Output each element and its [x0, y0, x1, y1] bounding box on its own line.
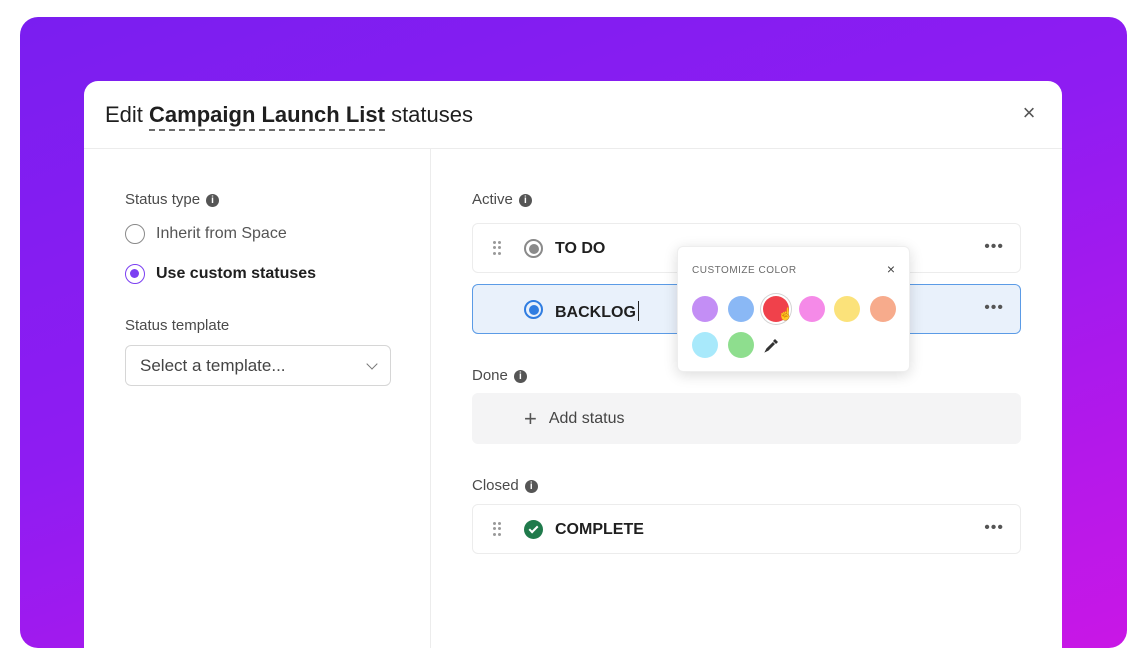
status-color-dot[interactable] — [524, 239, 543, 258]
color-swatch[interactable] — [692, 332, 718, 358]
color-swatch[interactable] — [834, 296, 860, 322]
text-caret — [637, 301, 640, 321]
color-swatch[interactable] — [727, 332, 754, 358]
popover-title: CUSTOMIZE COLOR — [692, 265, 797, 276]
color-swatch[interactable] — [798, 296, 825, 322]
info-icon: i — [206, 194, 220, 207]
color-swatch[interactable] — [869, 296, 896, 322]
customize-color-popover: CUSTOMIZE COLOR × ☝ — [677, 246, 910, 372]
status-name: COMPLETE — [555, 521, 644, 538]
radio-use-custom-statuses[interactable]: Use custom statuses — [125, 264, 316, 284]
drag-handle-icon[interactable] — [493, 522, 501, 536]
modal-header: Edit Campaign Launch List statuses × — [84, 81, 1062, 149]
active-group-label: Active i — [472, 191, 532, 208]
drag-handle-icon[interactable] — [493, 241, 501, 255]
edit-statuses-modal: Edit Campaign Launch List statuses × Sta… — [84, 81, 1062, 648]
close-icon[interactable]: × — [887, 261, 895, 277]
radio-button[interactable] — [125, 224, 145, 244]
title-prefix: Edit — [105, 102, 150, 127]
done-group-label: Done i — [472, 367, 527, 384]
color-swatch[interactable] — [727, 296, 754, 322]
info-icon: i — [524, 480, 538, 493]
more-icon[interactable]: ••• — [984, 519, 1004, 537]
radio-label: Use custom statuses — [156, 265, 317, 282]
radio-label: Inherit from Space — [156, 225, 287, 242]
hand-cursor-icon: ☝ — [778, 307, 793, 321]
modal-title: Edit Campaign Launch List statuses — [105, 102, 473, 131]
template-select[interactable]: Select a template... — [125, 345, 391, 386]
status-name: TO DO — [555, 240, 606, 257]
check-icon — [528, 523, 539, 533]
more-icon[interactable]: ••• — [984, 238, 1004, 256]
chevron-down-icon — [366, 357, 378, 370]
plus-icon: + — [524, 405, 537, 431]
add-status-button[interactable]: + Add status — [472, 393, 1021, 444]
panel-divider — [430, 149, 431, 648]
status-template-label: Status template — [125, 317, 230, 334]
list-name[interactable]: Campaign Launch List — [149, 102, 385, 131]
status-color-dot[interactable] — [524, 300, 543, 319]
background-frame: Edit Campaign Launch List statuses × Sta… — [20, 17, 1127, 648]
color-swatch[interactable] — [692, 296, 718, 322]
status-type-label: Status type i — [125, 191, 220, 208]
info-icon: i — [513, 370, 527, 383]
radio-button[interactable] — [125, 264, 145, 284]
info-icon: i — [518, 194, 532, 207]
radio-inherit-from-space[interactable]: Inherit from Space — [125, 224, 287, 244]
template-select-value: Select a template... — [140, 355, 286, 375]
add-status-label: Add status — [548, 409, 625, 427]
status-color-dot[interactable] — [524, 520, 543, 539]
title-suffix: statuses — [384, 102, 473, 127]
more-icon[interactable]: ••• — [984, 299, 1004, 317]
eyedropper-icon[interactable] — [764, 337, 780, 353]
closed-group-label: Closed i — [472, 477, 538, 494]
close-icon[interactable]: × — [1018, 102, 1040, 124]
status-name-input[interactable]: BACKLOG — [555, 301, 640, 322]
status-row-complete[interactable]: COMPLETE ••• — [472, 504, 1021, 554]
